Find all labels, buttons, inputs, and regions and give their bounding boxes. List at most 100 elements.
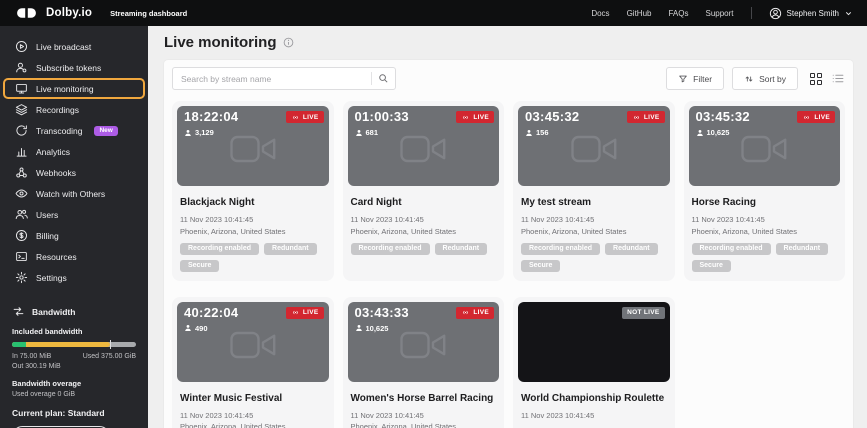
search-input[interactable] bbox=[173, 74, 371, 84]
badge-label: LIVE bbox=[814, 114, 830, 121]
stream-location: Phoenix, Arizona, United States bbox=[180, 422, 326, 428]
stream-duration: 03:45:32 bbox=[696, 109, 750, 124]
stream-card[interactable]: NOT LIVEWorld Championship Roulette11 No… bbox=[513, 297, 675, 428]
live-badge: LIVE bbox=[456, 307, 494, 319]
stream-location: Phoenix, Arizona, United States bbox=[351, 227, 497, 236]
search-box bbox=[172, 67, 396, 90]
stream-duration: 40:22:04 bbox=[184, 305, 238, 320]
sidebar-item-label: Watch with Others bbox=[36, 189, 105, 199]
sidebar-nav: Live broadcastSubscribe tokensLive monit… bbox=[0, 36, 148, 288]
included-bandwidth-label: Included bandwidth bbox=[12, 327, 136, 336]
camera-icon bbox=[571, 134, 617, 164]
stream-tag-redundant: Redundant bbox=[605, 243, 658, 255]
brand-name: Dolby.io bbox=[46, 7, 92, 19]
stream-title: Card Night bbox=[351, 197, 497, 208]
stream-date: 11 Nov 2023 10:41:45 bbox=[521, 215, 667, 224]
viewer-count: 10,625 bbox=[696, 128, 730, 137]
sidebar-item-settings[interactable]: Settings bbox=[3, 267, 145, 288]
grid-view-icon[interactable] bbox=[810, 73, 822, 85]
page-title: Live monitoring bbox=[164, 34, 277, 51]
broadcast-icon bbox=[14, 40, 28, 54]
main-content: Live monitoring Filter bbox=[148, 26, 867, 428]
monitor-icon bbox=[14, 82, 28, 96]
users-icon bbox=[14, 208, 28, 222]
info-icon[interactable] bbox=[283, 37, 294, 48]
stream-duration: 03:43:33 bbox=[355, 305, 409, 320]
stream-thumbnail: 03:45:32156LIVE bbox=[518, 106, 670, 186]
stream-cards-grid: 18:22:043,129LIVEBlackjack Night11 Nov 2… bbox=[172, 101, 845, 428]
stream-tag-recording-enabled: Recording enabled bbox=[521, 243, 600, 255]
stream-location: Phoenix, Arizona, United States bbox=[351, 422, 497, 428]
stream-date: 11 Nov 2023 10:41:45 bbox=[351, 215, 497, 224]
current-plan: Current plan: Standard bbox=[12, 408, 136, 418]
bandwidth-title: Bandwidth bbox=[32, 307, 75, 317]
topnav-link-github[interactable]: GitHub bbox=[627, 9, 652, 18]
stream-tags: Recording enabledRedundantSecure bbox=[692, 243, 838, 272]
sidebar-item-label: Webhooks bbox=[36, 168, 76, 178]
stream-card[interactable]: 03:43:3310,625LIVEWomen's Horse Barrel R… bbox=[343, 297, 505, 428]
topnav-link-support[interactable]: Support bbox=[705, 9, 733, 18]
bar-green bbox=[12, 342, 26, 347]
viewer-count: 156 bbox=[525, 128, 549, 137]
camera-icon bbox=[400, 134, 446, 164]
sidebar-item-resources[interactable]: Resources bbox=[3, 246, 145, 267]
bandwidth-out: Out 300.19 MiB bbox=[12, 363, 136, 370]
stream-title: Blackjack Night bbox=[180, 197, 326, 208]
sidebar-item-recordings[interactable]: Recordings bbox=[3, 99, 145, 120]
user-name: Stephen Smith bbox=[787, 9, 839, 18]
stream-tag-secure: Secure bbox=[692, 260, 731, 272]
sidebar-item-live-monitoring[interactable]: Live monitoring bbox=[3, 78, 145, 99]
badge-label: LIVE bbox=[473, 114, 489, 121]
stream-location: Phoenix, Arizona, United States bbox=[692, 227, 838, 236]
viewer-count-value: 490 bbox=[195, 324, 208, 333]
stream-date: 11 Nov 2023 10:41:45 bbox=[180, 215, 326, 224]
stream-tag-secure: Secure bbox=[180, 260, 219, 272]
stream-card[interactable]: 40:22:04490LIVEWinter Music Festival11 N… bbox=[172, 297, 334, 428]
bar-amber bbox=[12, 342, 110, 347]
stream-card[interactable]: 03:45:3210,625LIVEHorse Racing11 Nov 202… bbox=[684, 101, 846, 281]
stream-card[interactable]: 01:00:33681LIVE Card Night 11 Nov 2023 10:… bbox=[343, 101, 505, 281]
subscriber-icon bbox=[14, 61, 28, 75]
stream-tag-recording-enabled: Recording enabled bbox=[180, 243, 259, 255]
stream-duration: 01:00:33 bbox=[355, 109, 409, 124]
stream-title: Winter Music Festival bbox=[180, 393, 326, 404]
topnav-link-faqs[interactable]: FAQs bbox=[668, 9, 688, 18]
viewer-count-value: 156 bbox=[536, 128, 549, 137]
sidebar-item-transcoding[interactable]: TranscodingNew bbox=[3, 120, 145, 141]
stream-tag-secure: Secure bbox=[521, 260, 560, 272]
topnav: Docs GitHub FAQs Support bbox=[591, 9, 733, 18]
topnav-link-docs[interactable]: Docs bbox=[591, 9, 609, 18]
stream-title: Women's Horse Barrel Racing bbox=[351, 393, 497, 404]
sort-label: Sort by bbox=[759, 74, 786, 84]
sidebar-item-live-broadcast[interactable]: Live broadcast bbox=[3, 36, 145, 57]
stream-location: Phoenix, Arizona, United States bbox=[180, 227, 326, 236]
stream-date: 11 Nov 2023 10:41:45 bbox=[521, 411, 667, 420]
stream-tag-redundant: Redundant bbox=[264, 243, 317, 255]
list-view-icon[interactable] bbox=[831, 72, 845, 85]
sort-button[interactable]: Sort by bbox=[732, 67, 798, 90]
refresh-icon bbox=[14, 124, 28, 138]
sidebar-item-analytics[interactable]: Analytics bbox=[3, 141, 145, 162]
live-badge: LIVE bbox=[286, 111, 324, 123]
sidebar-item-billing[interactable]: Billing bbox=[3, 225, 145, 246]
stream-location: Phoenix, Arizona, United States bbox=[521, 227, 667, 236]
stream-thumbnail: 01:00:33681LIVE bbox=[348, 106, 500, 186]
stream-card[interactable]: 18:22:043,129LIVEBlackjack Night11 Nov 2… bbox=[172, 101, 334, 281]
sidebar-item-label: Transcoding bbox=[36, 126, 82, 136]
sidebar-item-watch-with-others[interactable]: Watch with Others bbox=[3, 183, 145, 204]
filter-button[interactable]: Filter bbox=[666, 67, 724, 90]
search-icon[interactable] bbox=[372, 73, 395, 84]
bandwidth-section: Bandwidth Included bandwidth In 75.00 Mi… bbox=[0, 305, 148, 428]
webhook-icon bbox=[14, 166, 28, 180]
stream-date: 11 Nov 2023 10:41:45 bbox=[692, 215, 838, 224]
sidebar-item-webhooks[interactable]: Webhooks bbox=[3, 162, 145, 183]
stream-tags: Recording enabledRedundant bbox=[351, 243, 497, 255]
camera-icon bbox=[741, 134, 787, 164]
user-menu[interactable]: Stephen Smith bbox=[769, 7, 853, 20]
stream-card[interactable]: 03:45:32156LIVEMy test stream11 Nov 2023… bbox=[513, 101, 675, 281]
sidebar-item-subscribe-tokens[interactable]: Subscribe tokens bbox=[3, 57, 145, 78]
sidebar-item-users[interactable]: Users bbox=[3, 204, 145, 225]
stream-tags: Recording enabled Redundant Secure bbox=[180, 243, 326, 272]
bandwidth-arrows-icon bbox=[12, 305, 25, 318]
stream-title: World Championship Roulette bbox=[521, 393, 667, 404]
